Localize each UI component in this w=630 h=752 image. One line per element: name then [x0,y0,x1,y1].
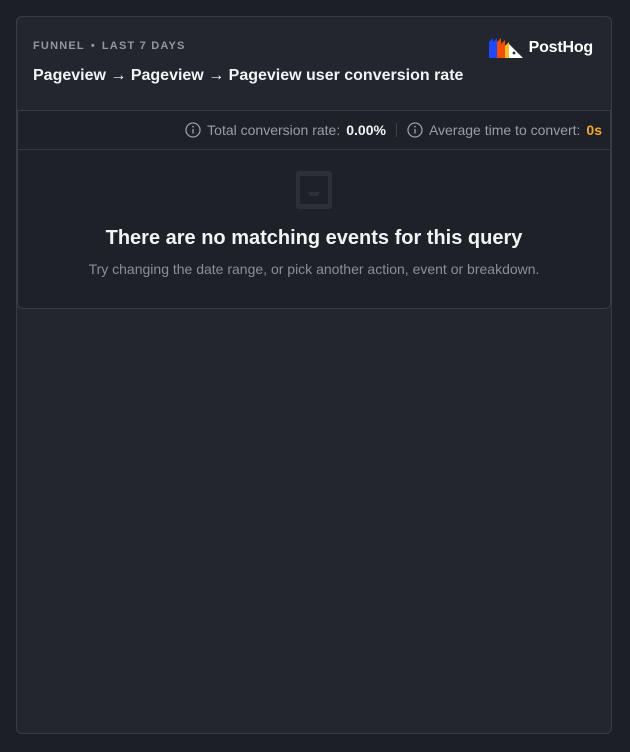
info-icon[interactable] [407,122,423,138]
meta-separator: • [90,40,96,52]
insight-type: FUNNEL [33,40,85,52]
empty-state-subtitle: Try changing the date range, or pick ano… [88,261,540,277]
conversion-stats: Total conversion rate: 0.00% Average tim… [18,111,610,150]
posthog-logo[interactable]: PostHog [488,37,594,59]
funnel-panel: Total conversion rate: 0.00% Average tim… [17,111,611,309]
stats-divider [395,123,397,137]
card-header: FUNNEL • LAST 7 DAYS Pageview → Pageview… [17,17,611,111]
insight-date-range: LAST 7 DAYS [101,40,186,52]
avg-time-label: Average time to convert: [428,122,581,138]
total-conversion-label: Total conversion rate: [207,122,341,138]
logo-text: PostHog [528,39,594,56]
empty-state: There are no matching events for this qu… [18,150,610,278]
avg-time-value: 0s [586,122,602,138]
empty-state-title: There are no matching events for this qu… [105,227,523,249]
info-icon[interactable] [185,122,201,138]
total-conversion-value: 0.00% [346,122,386,138]
insight-card: FUNNEL • LAST 7 DAYS Pageview → Pageview… [16,16,612,734]
total-conversion-stat: Total conversion rate: 0.00% [185,122,386,138]
avg-time-stat: Average time to convert: 0s [407,122,602,138]
insight-title[interactable]: Pageview → Pageview → Pageview user conv… [33,66,595,86]
inbox-icon [296,171,332,209]
posthog-logo-icon [488,38,523,58]
